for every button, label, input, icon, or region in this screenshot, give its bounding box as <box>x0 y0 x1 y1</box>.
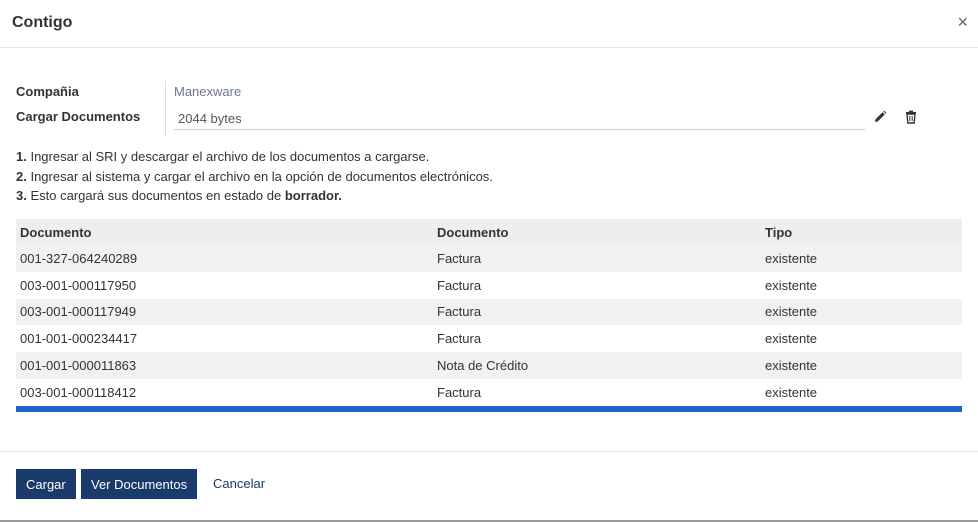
field-separator <box>165 81 166 136</box>
company-label: Compañia <box>16 84 79 99</box>
load-button[interactable]: Cargar <box>16 469 76 499</box>
cell-tipo: existente <box>765 384 818 400</box>
instruction-step: 3. Esto cargará sus documentos en estado… <box>16 188 342 203</box>
documents-table: Documento Documento Tipo 001-327-0642402… <box>16 219 962 406</box>
cell-document-number: 003-001-000117949 <box>16 298 433 326</box>
table-row[interactable]: 003-001-000117949 Factura existente <box>16 298 962 326</box>
column-header-document[interactable]: Documento <box>16 219 433 245</box>
cell-document-number: 003-001-000117950 <box>20 277 137 293</box>
cancel-button[interactable]: Cancelar <box>213 469 265 499</box>
pencil-icon[interactable] <box>873 110 889 126</box>
table-row[interactable]: 003-001-000117950 Factura existente <box>16 272 962 299</box>
company-value[interactable]: Manexware <box>174 84 241 99</box>
cell-tipo: existente <box>765 331 818 347</box>
trash-icon[interactable] <box>904 110 920 126</box>
dialog-header: Contigo × <box>0 0 978 48</box>
upload-file-field[interactable] <box>174 108 865 130</box>
cell-document-type: Factura <box>433 298 761 326</box>
cell-document-type: Factura <box>433 245 761 272</box>
table-row[interactable]: 001-001-000234417 Factura existente <box>16 325 962 352</box>
cell-document-number: 001-001-000234417 <box>20 331 138 347</box>
dialog-title: Contigo <box>12 14 73 31</box>
cell-tipo: existente <box>761 245 962 272</box>
cell-tipo: existente <box>761 298 962 326</box>
cell-document-type: Nota de Crédito <box>433 352 761 379</box>
cell-document-number: 001-327-064240289 <box>16 245 433 272</box>
column-header-document-type[interactable]: Documento <box>433 219 761 245</box>
instruction-step: 1. Ingresar al SRI y descargar el archiv… <box>16 149 430 164</box>
table-row[interactable]: 003-001-000118412 Factura existente <box>16 379 962 406</box>
close-icon[interactable]: × <box>957 12 968 32</box>
cell-document-type: Factura <box>437 331 482 347</box>
cell-document-number: 003-001-000118412 <box>20 384 137 400</box>
column-header-tipo[interactable]: Tipo <box>761 219 962 245</box>
instruction-step: 2. Ingresar al sistema y cargar el archi… <box>16 168 493 184</box>
table-row[interactable]: 001-327-064240289 Factura existente <box>16 245 962 272</box>
cell-tipo: existente <box>761 352 962 379</box>
dialog-footer: Cargar Ver Documentos Cancelar <box>0 451 978 522</box>
cell-document-number: 001-001-000011863 <box>16 352 433 379</box>
cell-document-type: Factura <box>437 384 482 400</box>
table-bottom-bar <box>16 406 962 412</box>
table-header-row: Documento Documento Tipo <box>16 219 962 245</box>
instructions-list: 1. Ingresar al SRI y descargar el archiv… <box>16 147 493 206</box>
cell-tipo: existente <box>765 277 818 293</box>
upload-label: Cargar Documentos <box>16 109 141 124</box>
cell-document-type: Factura <box>437 277 482 293</box>
view-documents-button[interactable]: Ver Documentos <box>81 469 198 499</box>
table-row[interactable]: 001-001-000011863 Nota de Crédito existe… <box>16 352 962 379</box>
